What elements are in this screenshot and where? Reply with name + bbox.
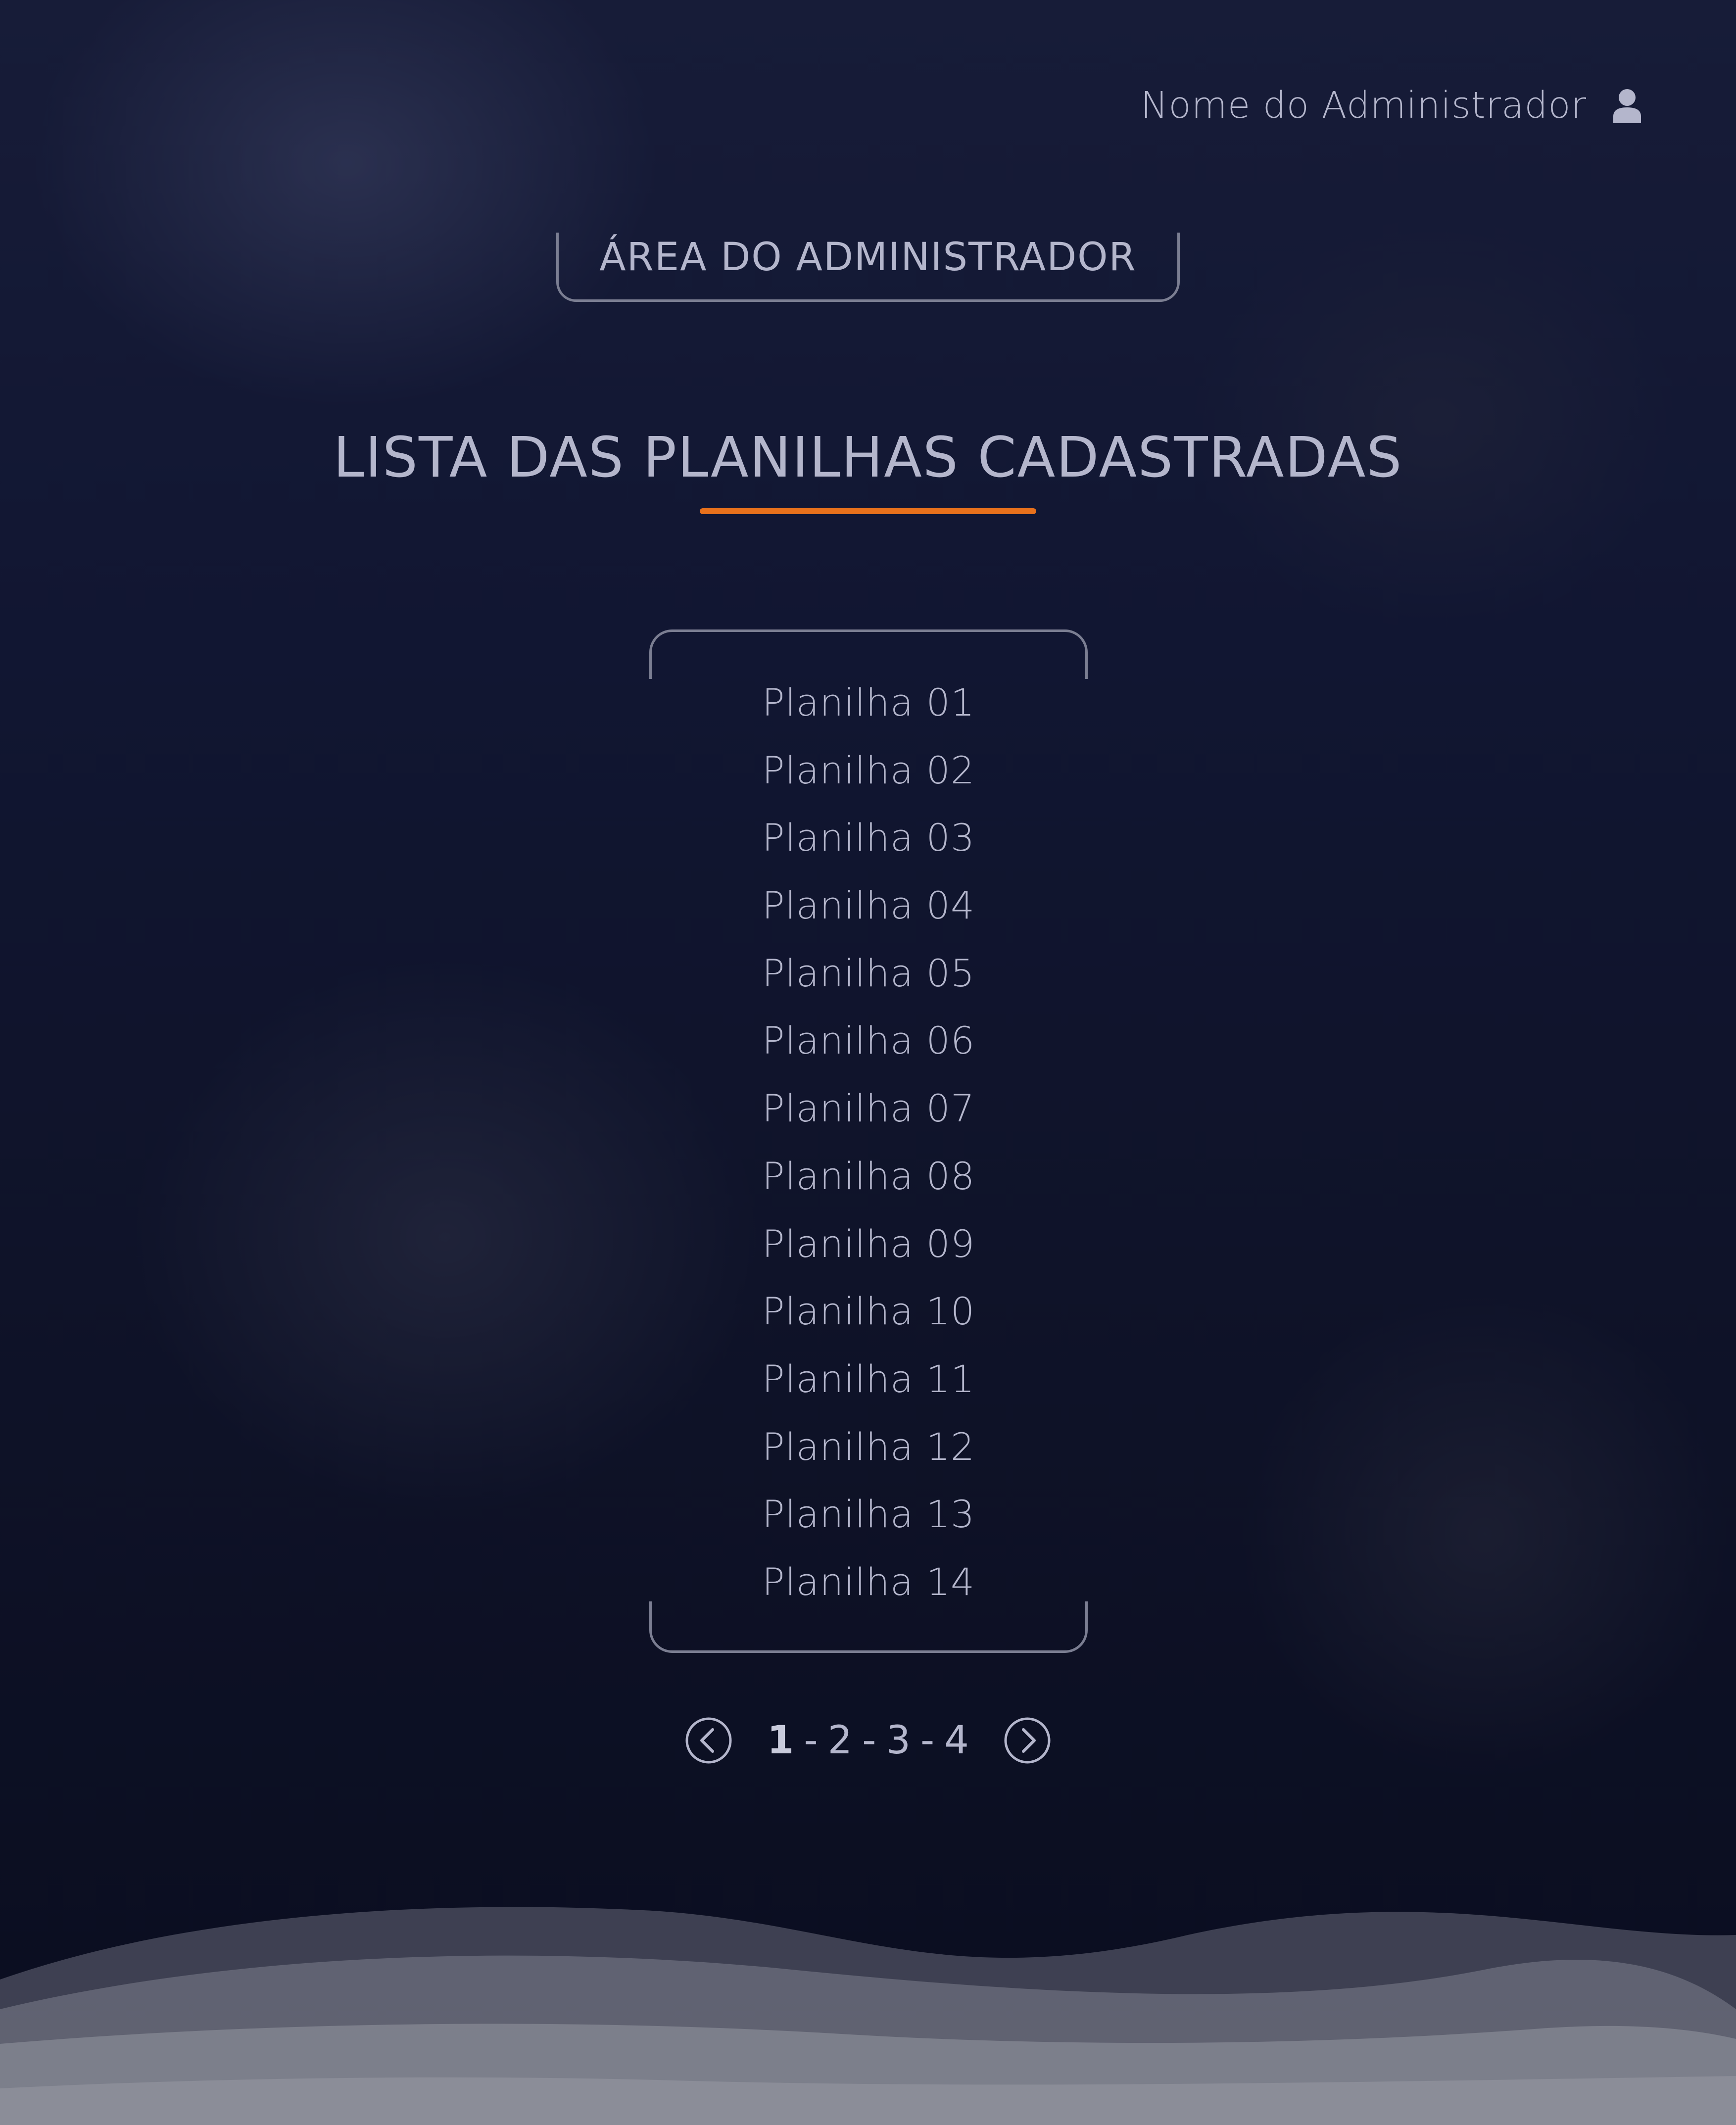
title-underline [700, 508, 1036, 514]
decorative-waves [0, 1907, 1736, 2125]
page-numbers: 1 - 2 - 3 - 4 [765, 1718, 971, 1763]
chevron-right-icon[interactable] [1004, 1717, 1051, 1764]
page-separator: - [920, 1718, 935, 1763]
list-item-sheet-05[interactable]: Planilha 05 [649, 940, 1088, 1008]
spreadsheet-list: Planilha 01 Planilha 02 Planilha 03 Plan… [649, 669, 1088, 1616]
list-item-sheet-09[interactable]: Planilha 09 [649, 1210, 1088, 1278]
list-item-sheet-10[interactable]: Planilha 10 [649, 1278, 1088, 1346]
admin-name[interactable]: Nome do Administrador [1141, 84, 1587, 127]
user-menu[interactable]: Nome do Administrador [1141, 84, 1642, 127]
list-frame-bottom [649, 1601, 1088, 1653]
list-item-sheet-06[interactable]: Planilha 06 [649, 1007, 1088, 1075]
page-separator: - [804, 1718, 818, 1763]
list-item-sheet-04[interactable]: Planilha 04 [649, 872, 1088, 940]
list-item-sheet-07[interactable]: Planilha 07 [649, 1075, 1088, 1143]
list-item-sheet-13[interactable]: Planilha 13 [649, 1481, 1088, 1548]
page-3-button[interactable]: 3 [884, 1718, 913, 1763]
admin-area-tag: ÁREA DO ADMINISTRADOR [556, 233, 1180, 302]
pagination: 1 - 2 - 3 - 4 [0, 1713, 1736, 1768]
list-item-sheet-11[interactable]: Planilha 11 [649, 1346, 1088, 1413]
page-title: LISTA DAS PLANILHAS CADASTRADAS [333, 426, 1403, 490]
page-4-button[interactable]: 4 [942, 1718, 971, 1763]
chevron-left-icon[interactable] [685, 1717, 732, 1764]
page-2-button[interactable]: 2 [826, 1718, 855, 1763]
user-icon[interactable] [1612, 88, 1642, 123]
page-separator: - [862, 1718, 876, 1763]
list-item-sheet-02[interactable]: Planilha 02 [649, 737, 1088, 805]
list-item-sheet-01[interactable]: Planilha 01 [649, 669, 1088, 737]
page-1-button[interactable]: 1 [765, 1718, 796, 1763]
list-item-sheet-12[interactable]: Planilha 12 [649, 1413, 1088, 1481]
list-item-sheet-08[interactable]: Planilha 08 [649, 1143, 1088, 1210]
list-item-sheet-03[interactable]: Planilha 03 [649, 804, 1088, 872]
admin-area-label: ÁREA DO ADMINISTRADOR [599, 235, 1137, 280]
